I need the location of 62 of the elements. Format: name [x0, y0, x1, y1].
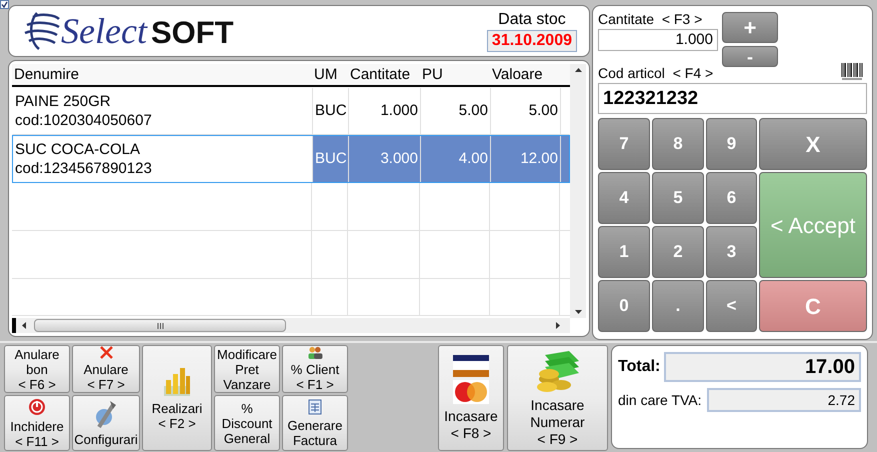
table-cell: 5.00 [421, 88, 491, 134]
document-icon [308, 398, 322, 414]
table-row[interactable]: SUC COCA-COLA cod:1234567890123 BUC 3.000 4.00 12.00 [12, 135, 570, 183]
product-name: SUC COCA-COLA [15, 140, 142, 159]
table-cell: 3.000 [349, 136, 421, 182]
product-code: cod:1234567890123 [15, 159, 153, 178]
payment-button[interactable]: Incasare Numerar < F9 > [507, 345, 608, 451]
product-name: PAINE 250GR [15, 92, 112, 111]
action-button[interactable]: Configurari [72, 395, 140, 451]
column-header[interactable]: PU [420, 64, 490, 85]
vat-field: 2.72 [707, 388, 861, 412]
horizontal-scrollbar[interactable] [12, 318, 570, 333]
logo-text: SOFT [150, 15, 234, 51]
product-code: cod:1020304050607 [15, 111, 153, 130]
action-button[interactable]: % Discount General [214, 395, 280, 451]
action-button[interactable]: Inchidere < F11 > [4, 395, 70, 451]
stock-date-label: Data stoc [498, 10, 566, 30]
checkbox[interactable] [0, 0, 9, 9]
empty-table-row[interactable] [12, 231, 570, 279]
quantity-label: Cantitate < F3 > [598, 10, 704, 29]
table-cell: 1.000 [349, 88, 421, 134]
action-button[interactable]: % Client < F1 > [282, 345, 348, 393]
article-code-label: Cod articol < F4 > [598, 64, 714, 83]
action-button[interactable]: Anulare bon < F6 > [4, 345, 70, 393]
action-button[interactable]: Modificare Pret Vanzare [214, 345, 280, 393]
payment-cards-icon [452, 354, 490, 404]
table-cell: 5.00 [491, 88, 561, 134]
payment-button[interactable]: Incasare < F8 > [438, 345, 504, 451]
vat-label: din care TVA: [618, 390, 702, 410]
column-header[interactable]: Valoare [490, 64, 560, 85]
column-header[interactable]: Cantitate [348, 64, 420, 85]
empty-table-row[interactable] [12, 183, 570, 231]
total-field: 17.00 [664, 352, 861, 382]
barcode-icon [841, 63, 863, 81]
stock-date-field: 31.10.2009 [486, 30, 577, 52]
right-arrow-icon[interactable] [556, 322, 560, 329]
vertical-scrollbar[interactable] [570, 64, 586, 318]
total-label: Total: [618, 357, 660, 377]
table-cell [561, 136, 569, 182]
empty-table-row[interactable] [12, 279, 570, 316]
column-header[interactable]: UM [312, 64, 348, 85]
action-button[interactable]: Realizari < F2 > [142, 345, 212, 451]
action-button[interactable]: Anulare < F7 > [72, 345, 140, 393]
up-arrow-icon[interactable] [574, 68, 582, 72]
table-cell: BUC [313, 136, 349, 182]
table-cell: 4.00 [421, 136, 491, 182]
money-coins-icon [534, 348, 580, 392]
quantity-field[interactable]: 1.000 [598, 29, 718, 51]
column-header[interactable]: Denumire [12, 64, 312, 85]
left-arrow-icon[interactable] [22, 322, 26, 329]
people-icon [306, 346, 324, 359]
action-button[interactable]: Generare Factura [282, 395, 348, 451]
down-arrow-icon[interactable] [574, 310, 582, 314]
power-icon [28, 398, 46, 416]
scroll-thumb[interactable] [34, 319, 286, 332]
table-cell: 12.00 [491, 136, 561, 182]
article-code-field[interactable]: 122321232 [598, 83, 867, 114]
table-row[interactable]: PAINE 250GR cod:1020304050607 BUC 1.000 5.00 5.00 [12, 87, 570, 135]
grip-icon [156, 322, 164, 328]
logo-text: Select [61, 11, 147, 51]
table-cell: BUC [313, 88, 349, 134]
cross-icon [100, 346, 112, 359]
